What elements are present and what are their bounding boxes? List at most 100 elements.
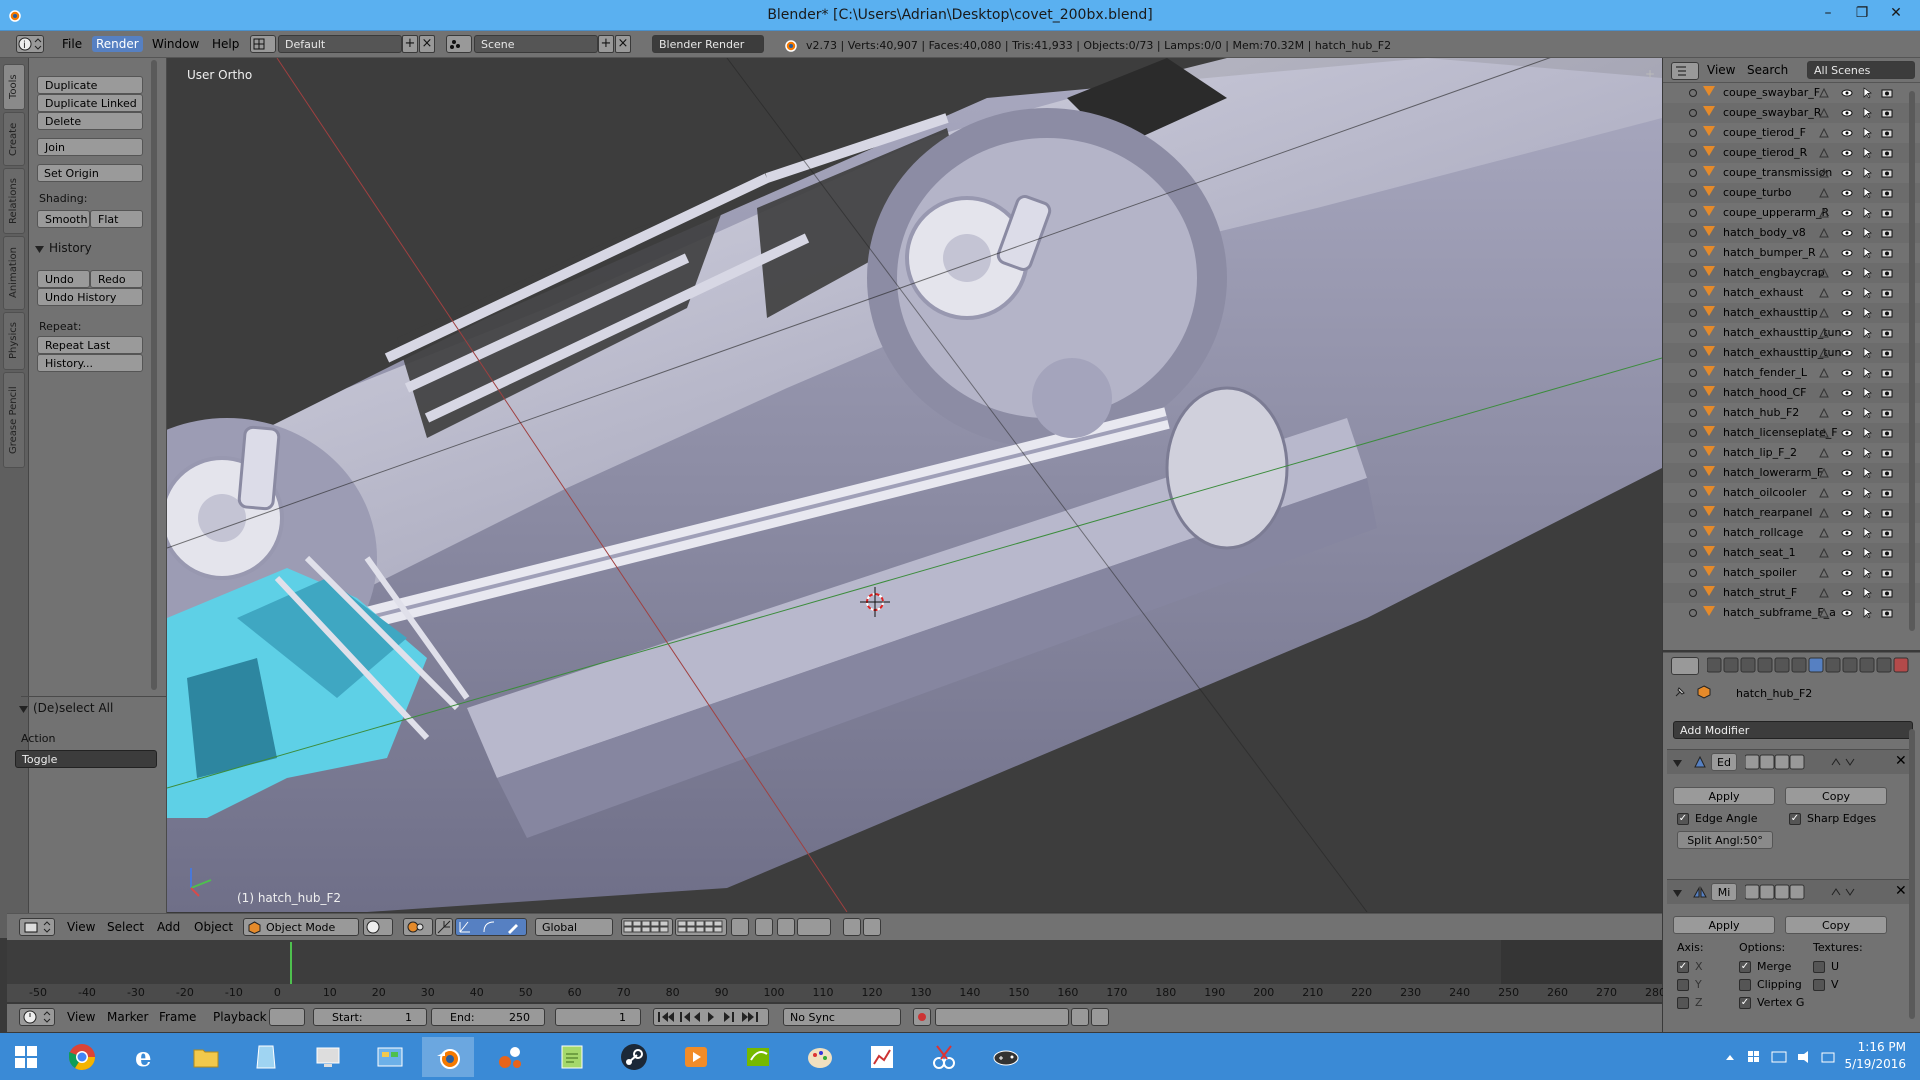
remove-layout-icon[interactable]: ×: [419, 35, 435, 53]
history-button[interactable]: History...: [37, 354, 143, 372]
outliner-item[interactable]: hatch_rollcage: [1663, 523, 1920, 543]
visibility-eye-icon[interactable]: [1841, 187, 1853, 199]
outliner-item[interactable]: coupe_swaybar_F: [1663, 83, 1920, 103]
modifier-icon[interactable]: [1818, 567, 1830, 579]
transform-orientation-dropdown[interactable]: Global: [535, 918, 613, 936]
menu-add[interactable]: Add: [153, 919, 184, 935]
render-camera-icon[interactable]: [1881, 407, 1893, 419]
chart-app-icon[interactable]: [856, 1037, 908, 1077]
delete-button[interactable]: Delete: [37, 112, 143, 130]
visibility-eye-icon[interactable]: [1841, 487, 1853, 499]
render-camera-icon[interactable]: [1881, 487, 1893, 499]
outliner-item[interactable]: hatch_exhausttip_tune: [1663, 323, 1920, 343]
editor-type-3d-icon[interactable]: [19, 918, 55, 936]
render-camera-icon[interactable]: [1881, 307, 1893, 319]
outliner-item[interactable]: coupe_swaybar_R: [1663, 103, 1920, 123]
menu-select[interactable]: Select: [103, 919, 148, 935]
render-opengl-icon[interactable]: [843, 918, 861, 936]
tab-animation[interactable]: Animation: [3, 236, 25, 310]
visibility-eye-icon[interactable]: [1841, 367, 1853, 379]
screen-layout-icon[interactable]: [250, 35, 276, 53]
duplicate-linked-button[interactable]: Duplicate Linked: [37, 94, 143, 112]
expand-toggle-icon[interactable]: [1689, 89, 1697, 97]
outliner-item[interactable]: coupe_upperarm_R: [1663, 203, 1920, 223]
split-angle-field[interactable]: Split Angl:50°: [1677, 831, 1773, 849]
select-arrow-icon[interactable]: [1861, 367, 1873, 379]
system-clock[interactable]: 1:16 PM 5/19/2016: [1844, 1039, 1906, 1073]
modifier-icon[interactable]: [1818, 307, 1830, 319]
visibility-eye-icon[interactable]: [1841, 307, 1853, 319]
current-frame-marker[interactable]: [290, 942, 292, 986]
menu-object[interactable]: Object: [190, 919, 237, 935]
control-panel-icon[interactable]: [364, 1037, 416, 1077]
visibility-eye-icon[interactable]: [1841, 347, 1853, 359]
modifier-icon[interactable]: [1818, 167, 1830, 179]
expand-toggle-icon[interactable]: [1689, 429, 1697, 437]
select-arrow-icon[interactable]: [1861, 507, 1873, 519]
outliner-menu-search[interactable]: Search: [1743, 62, 1792, 78]
expand-toggle-icon[interactable]: [1689, 589, 1697, 597]
outliner-list[interactable]: coupe_swaybar_F coupe_swaybar_R coupe_tier…: [1663, 83, 1920, 650]
modifier-icon[interactable]: [1818, 347, 1830, 359]
expand-toggle-icon[interactable]: [1689, 369, 1697, 377]
manipulator-toggle-icon[interactable]: [435, 918, 453, 936]
add-scene-icon[interactable]: +: [598, 35, 614, 53]
expand-toggle-icon[interactable]: [1689, 209, 1697, 217]
render-engine-dropdown[interactable]: Blender Render: [652, 35, 764, 53]
gamepad-icon[interactable]: [980, 1037, 1032, 1077]
preview-range-toggle[interactable]: [269, 1008, 305, 1026]
sync-mode-dropdown[interactable]: No Sync: [783, 1008, 901, 1026]
edge-split-modifier-header[interactable]: Ed ✕: [1667, 749, 1915, 774]
edge-angle-checkbox[interactable]: ✓: [1677, 813, 1689, 825]
modifier-icon[interactable]: [1818, 227, 1830, 239]
snap-element-icon[interactable]: [797, 918, 831, 936]
visibility-eye-icon[interactable]: [1841, 87, 1853, 99]
select-arrow-icon[interactable]: [1861, 567, 1873, 579]
visibility-eye-icon[interactable]: [1841, 207, 1853, 219]
timeline-menu-frame[interactable]: Frame: [155, 1009, 200, 1025]
modifier-icon[interactable]: [1818, 487, 1830, 499]
render-camera-icon[interactable]: [1881, 267, 1893, 279]
region-toggle-icon[interactable]: +: [1645, 68, 1657, 80]
modifier-collapse-icon[interactable]: [1673, 888, 1682, 897]
expand-toggle-icon[interactable]: [1689, 609, 1697, 617]
select-arrow-icon[interactable]: [1861, 587, 1873, 599]
internet-explorer-icon[interactable]: e: [118, 1037, 170, 1077]
visibility-eye-icon[interactable]: [1841, 107, 1853, 119]
select-arrow-icon[interactable]: [1861, 547, 1873, 559]
modifier-icon[interactable]: [1818, 247, 1830, 259]
expand-toggle-icon[interactable]: [1689, 529, 1697, 537]
steam-icon[interactable]: [608, 1037, 660, 1077]
outliner-item[interactable]: hatch_lowerarm_F: [1663, 463, 1920, 483]
mirror-apply-button[interactable]: Apply: [1673, 916, 1775, 934]
expand-toggle-icon[interactable]: [1689, 549, 1697, 557]
modifier-icon[interactable]: [1818, 507, 1830, 519]
modifier-visibility-toggles[interactable]: [1744, 883, 1805, 901]
close-window-button[interactable]: ✕: [1876, 2, 1916, 26]
render-camera-icon[interactable]: [1881, 247, 1893, 259]
outliner-item[interactable]: hatch_seat_1: [1663, 543, 1920, 563]
current-frame-field[interactable]: 1: [555, 1008, 641, 1026]
expand-toggle-icon[interactable]: [1689, 249, 1697, 257]
expand-toggle-icon[interactable]: [1689, 489, 1697, 497]
history-collapse-icon[interactable]: [35, 244, 44, 253]
nodes-app-icon[interactable]: [484, 1037, 536, 1077]
mirror-copy-button[interactable]: Copy: [1785, 916, 1887, 934]
expand-toggle-icon[interactable]: [1689, 389, 1697, 397]
render-camera-icon[interactable]: [1881, 207, 1893, 219]
select-arrow-icon[interactable]: [1861, 147, 1873, 159]
visibility-eye-icon[interactable]: [1841, 287, 1853, 299]
scene-field[interactable]: Scene: [474, 35, 598, 53]
edge-split-name-field[interactable]: Ed: [1711, 753, 1737, 771]
modifier-icon[interactable]: [1818, 107, 1830, 119]
visibility-eye-icon[interactable]: [1841, 167, 1853, 179]
render-camera-icon[interactable]: [1881, 127, 1893, 139]
outliner-item[interactable]: hatch_subframe_F_a: [1663, 603, 1920, 623]
tab-grease-pencil[interactable]: Grease Pencil: [3, 372, 25, 468]
select-arrow-icon[interactable]: [1861, 327, 1873, 339]
tab-tools[interactable]: Tools: [3, 64, 25, 110]
menu-window[interactable]: Window: [148, 36, 203, 52]
expand-toggle-icon[interactable]: [1689, 109, 1697, 117]
undo-button[interactable]: Undo: [37, 270, 90, 288]
render-camera-icon[interactable]: [1881, 587, 1893, 599]
